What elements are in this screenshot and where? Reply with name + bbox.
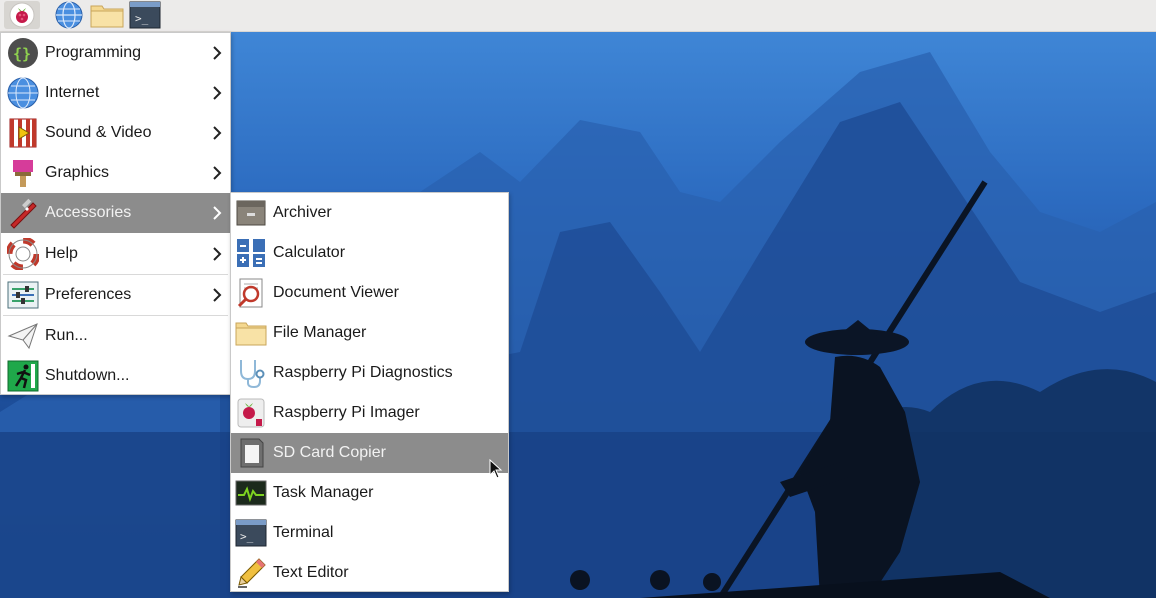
- programming-icon: {}: [7, 37, 39, 69]
- menu-item-label: Run...: [45, 327, 88, 344]
- chevron-right-icon: [212, 125, 222, 141]
- menu-item-preferences[interactable]: Preferences: [1, 275, 230, 315]
- stethoscope-icon: [235, 357, 267, 389]
- accessories-icon: [7, 197, 39, 229]
- task-manager-icon: [235, 477, 267, 509]
- calculator-icon: [235, 237, 267, 269]
- menu-item-label: Raspberry Pi Imager: [273, 404, 420, 421]
- menu-item-label: Programming: [45, 44, 142, 61]
- menu-item-raspberry-pi-imager[interactable]: Raspberry Pi Imager: [231, 393, 508, 433]
- menu-item-label: Terminal: [273, 524, 334, 541]
- menu-item-help[interactable]: Help: [1, 234, 230, 274]
- menu-item-file-manager[interactable]: File Manager: [231, 313, 508, 353]
- menu-item-task-manager[interactable]: Task Manager: [231, 473, 508, 513]
- sound-video-icon: [7, 117, 39, 149]
- main-menu: {} Programming Internet Sound & Video Gr…: [0, 32, 231, 395]
- menu-item-raspberry-pi-diagnostics[interactable]: Raspberry Pi Diagnostics: [231, 353, 508, 393]
- menu-item-sd-card-copier[interactable]: SD Card Copier: [231, 433, 508, 473]
- file-manager-icon[interactable]: [90, 1, 124, 29]
- menu-item-label: Help: [45, 245, 78, 262]
- menu-item-graphics[interactable]: Graphics: [1, 153, 230, 193]
- menu-item-text-editor[interactable]: Text Editor: [231, 553, 508, 593]
- imager-icon: [235, 397, 267, 429]
- svg-text:{}: {}: [13, 45, 31, 63]
- menu-item-label: SD Card Copier: [273, 444, 386, 461]
- sd-card-icon: [235, 437, 267, 469]
- chevron-right-icon: [212, 85, 222, 101]
- menu-item-label: Preferences: [45, 286, 132, 303]
- menu-item-label: Sound & Video: [45, 124, 152, 141]
- accessories-submenu: Archiver Calculator Document Viewer File…: [230, 192, 509, 592]
- menu-item-label: Calculator: [273, 244, 346, 261]
- folder-icon: [235, 317, 267, 349]
- terminal-icon[interactable]: >_: [128, 1, 162, 29]
- menu-item-shutdown[interactable]: Shutdown...: [1, 356, 230, 396]
- raspberry-pi-menu-icon[interactable]: [4, 1, 40, 29]
- shutdown-icon: [7, 360, 39, 392]
- chevron-right-icon: [212, 165, 222, 181]
- graphics-icon: [7, 157, 39, 189]
- menu-item-label: File Manager: [273, 324, 367, 341]
- menu-item-label: Shutdown...: [45, 367, 130, 384]
- archiver-icon: [235, 197, 267, 229]
- terminal-icon: >_: [235, 517, 267, 549]
- menu-item-label: Document Viewer: [273, 284, 399, 301]
- menu-item-document-viewer[interactable]: Document Viewer: [231, 273, 508, 313]
- menu-item-accessories[interactable]: Accessories: [1, 193, 230, 233]
- svg-text:>_: >_: [240, 530, 254, 543]
- chevron-right-icon: [212, 287, 222, 303]
- menu-item-label: Internet: [45, 84, 100, 101]
- menu-item-label: Task Manager: [273, 484, 374, 501]
- mouse-pointer-icon: [489, 458, 503, 479]
- document-viewer-icon: [235, 277, 267, 309]
- menu-item-label: Accessories: [45, 204, 132, 221]
- svg-text:>_: >_: [135, 12, 149, 25]
- menu-item-internet[interactable]: Internet: [1, 73, 230, 113]
- menu-item-label: Text Editor: [273, 564, 349, 581]
- menu-item-run[interactable]: Run...: [1, 316, 230, 356]
- preferences-icon: [7, 279, 39, 311]
- top-panel: >_: [0, 0, 1156, 32]
- menu-item-sound-video[interactable]: Sound & Video: [1, 113, 230, 153]
- web-browser-icon[interactable]: [52, 1, 86, 29]
- chevron-right-icon: [212, 45, 222, 61]
- menu-item-archiver[interactable]: Archiver: [231, 193, 508, 233]
- menu-item-programming[interactable]: {} Programming: [1, 33, 230, 73]
- chevron-right-icon: [212, 246, 222, 262]
- internet-icon: [7, 77, 39, 109]
- run-icon: [7, 320, 39, 352]
- menu-item-label: Archiver: [273, 204, 332, 221]
- menu-item-calculator[interactable]: Calculator: [231, 233, 508, 273]
- text-editor-icon: [235, 557, 267, 589]
- chevron-right-icon: [212, 205, 222, 221]
- help-icon: [5, 236, 41, 272]
- menu-item-terminal[interactable]: >_ Terminal: [231, 513, 508, 553]
- menu-item-label: Graphics: [45, 164, 110, 181]
- menu-item-label: Raspberry Pi Diagnostics: [273, 364, 453, 381]
